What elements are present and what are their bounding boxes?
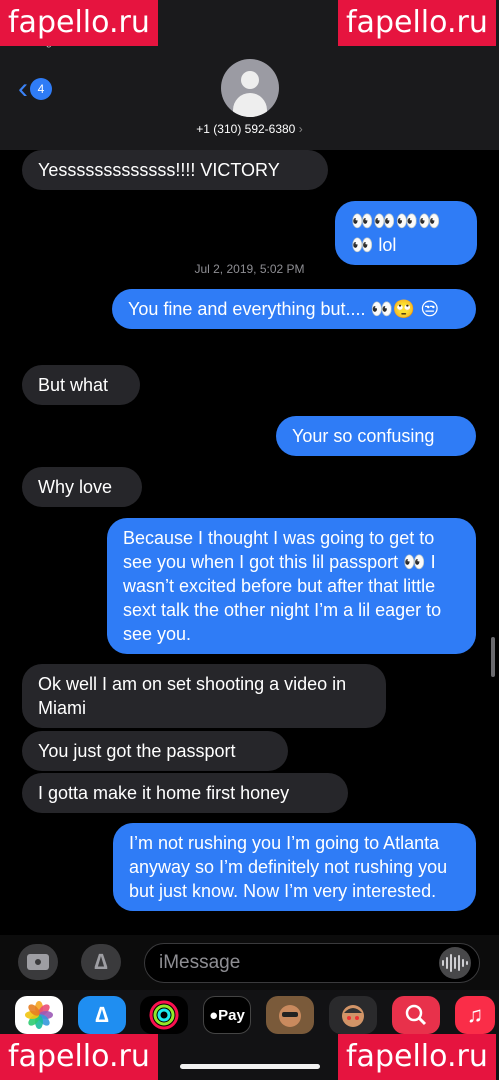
message-timestamp: Jul 2, 2019, 5:02 PM — [0, 262, 499, 276]
photos-icon[interactable] — [15, 996, 63, 1034]
watermark-top-left: fapello.ru — [0, 0, 158, 46]
message-incoming[interactable]: I gotta make it home first honey — [22, 773, 348, 813]
contact-avatar[interactable] — [221, 59, 279, 117]
chevron-right-icon: › — [298, 122, 303, 136]
apple-logo-icon: ● — [209, 1006, 219, 1024]
message-incoming[interactable]: Ok well I am on set shooting a video in … — [22, 664, 386, 728]
camera-icon — [27, 954, 49, 970]
contact-number: +1 (310) 592-6380 — [196, 122, 296, 136]
watermark-bottom-left: fapello.ru — [0, 1034, 158, 1080]
home-indicator[interactable] — [180, 1064, 320, 1069]
camera-button[interactable] — [18, 944, 58, 980]
message-outgoing[interactable]: You fine and everything but.... 👀🙄 😒 — [112, 289, 476, 329]
message-outgoing[interactable]: I’m not rushing you I’m going to Atlanta… — [113, 823, 476, 911]
memoji-2-icon[interactable] — [329, 996, 377, 1034]
memoji-icon[interactable] — [266, 996, 314, 1034]
chevron-left-icon: ‹ — [18, 72, 28, 105]
message-incoming[interactable]: But what — [22, 365, 140, 405]
app-store-a-icon: ∆ — [94, 949, 108, 974]
watermark-top-right: fapello.ru — [338, 0, 496, 46]
back-button[interactable]: ‹ 4 — [18, 74, 52, 104]
message-outgoing[interactable]: 👀👀👀👀👀 lol — [335, 201, 477, 265]
unread-count-badge: 4 — [30, 78, 52, 100]
timestamp-date: Jul 2, 2019, — [194, 262, 257, 276]
imessage-input[interactable]: iMessage — [144, 943, 480, 983]
app-store-button[interactable]: ∆ — [81, 944, 121, 980]
message-outgoing[interactable]: Your so confusing — [276, 416, 476, 456]
timestamp-time: 5:02 PM — [259, 262, 305, 276]
search-web-icon[interactable] — [392, 996, 440, 1034]
message-incoming[interactable]: Yesssssssssssss!!!! VICTORY — [22, 150, 328, 190]
contact-name-button[interactable]: +1 (310) 592-6380 › — [0, 122, 499, 136]
activity-icon[interactable] — [140, 996, 188, 1034]
audio-message-button[interactable] — [439, 947, 471, 979]
watermark-bottom-right: fapello.ru — [338, 1034, 496, 1080]
message-outgoing[interactable]: Because I thought I was going to get to … — [107, 518, 476, 654]
message-incoming[interactable]: Why love — [22, 467, 142, 507]
music-icon[interactable]: ♫ — [455, 996, 495, 1034]
apple-pay-label: Pay — [218, 1006, 245, 1024]
avatar-head-shape — [241, 71, 259, 89]
apple-pay-icon[interactable]: ● Pay — [203, 996, 251, 1034]
scroll-indicator[interactable] — [491, 637, 495, 677]
app-store-icon[interactable]: ∆ — [78, 996, 126, 1034]
message-incoming[interactable]: You just got the passport — [22, 731, 288, 771]
avatar-body-shape — [233, 93, 267, 117]
